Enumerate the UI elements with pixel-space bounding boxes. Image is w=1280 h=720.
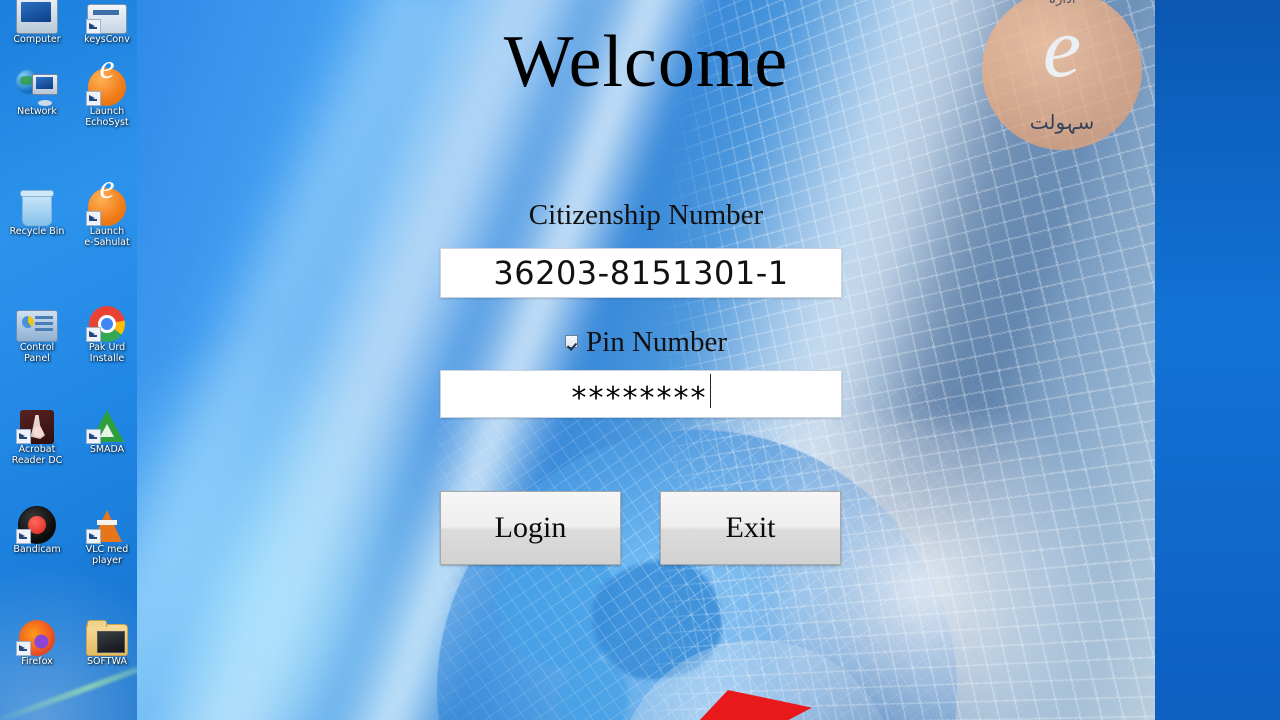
pin-number-label-row: Pin Number <box>137 322 1155 359</box>
desktop-icon-label: Recycle Bin <box>2 226 72 238</box>
citizenship-number-input[interactable]: 36203-8151301-1 <box>440 248 842 298</box>
shortcut-arrow-icon <box>16 529 31 544</box>
desktop-icon-label: Computer <box>2 34 72 46</box>
desktop-icon-acrobat[interactable]: Acrobat Reader DC <box>2 400 72 466</box>
desktop-icon-vlc-med[interactable]: VLC med player <box>72 500 140 566</box>
icon-glyph <box>72 612 140 656</box>
desktop-icon-label: Launch EchoSyst <box>72 106 140 128</box>
bg-light-streak <box>137 0 475 720</box>
citizenship-number-value: 36203-8151301-1 <box>493 254 788 292</box>
icon-glyph <box>72 298 140 342</box>
desktop-icon-network[interactable]: Network <box>2 62 72 118</box>
shortcut-arrow-icon <box>86 91 101 106</box>
desktop-icon-recycle-bin[interactable]: Recycle Bin <box>2 182 72 238</box>
icon-glyph <box>72 400 140 444</box>
icon-glyph <box>2 0 72 34</box>
page-title: Welcome <box>137 22 1155 102</box>
pin-number-value: ******** <box>572 381 708 416</box>
icon-glyph <box>72 62 140 106</box>
esahulat-login-window: ادارہ e سہولت Welcome Citizenship Number… <box>137 0 1155 720</box>
icon-glyph <box>2 500 72 544</box>
logo-urdu-bottom-text: سہولت <box>982 110 1142 134</box>
desktop-icon-launch[interactable]: LaunchEchoSyst <box>72 62 140 128</box>
folder-icon <box>86 624 128 656</box>
desktop-icon-launch[interactable]: Launche-Sahulat <box>72 182 140 248</box>
bin-icon <box>22 192 52 226</box>
icon-glyph <box>72 500 140 544</box>
network-base <box>38 100 52 106</box>
shortcut-arrow-icon <box>86 19 101 34</box>
desktop-icon-firefox[interactable]: Firefox <box>2 612 72 668</box>
pin-number-input[interactable]: ******** <box>440 370 842 418</box>
desktop-icon-keysconv[interactable]: keysConv <box>72 0 140 46</box>
desktop-icon-label: Control Panel <box>2 342 72 364</box>
desktop-icon-label: keysConv <box>72 34 140 46</box>
desktop-right-area[interactable] <box>1155 0 1280 720</box>
text-cursor <box>710 374 711 408</box>
desktop-icon-smada[interactable]: SMADA <box>72 400 140 456</box>
icon-glyph <box>2 400 72 444</box>
network-mon <box>32 74 58 95</box>
screen: ComputerkeysConv NetworkLaunchEchoSyst Rec… <box>0 0 1280 720</box>
computer-icon <box>16 0 58 34</box>
shortcut-arrow-icon <box>86 429 101 444</box>
desktop-icon-label: SMADA <box>72 444 140 456</box>
desktop-icon-label: Launch e-Sahulat <box>72 226 140 248</box>
shortcut-arrow-icon <box>86 211 101 226</box>
desktop-icon-label: Firefox <box>2 656 72 668</box>
desktop-icon-softwa[interactable]: SOFTWA <box>72 612 140 668</box>
desktop-icon-label: VLC med player <box>72 544 140 566</box>
cpanel-icon <box>16 310 58 342</box>
icon-glyph <box>2 612 72 656</box>
shortcut-arrow-icon <box>16 429 31 444</box>
shortcut-arrow-icon <box>86 529 101 544</box>
icon-glyph <box>72 0 140 34</box>
desktop-icon-label: Pak Urd Installe <box>72 342 140 364</box>
icon-glyph <box>72 182 140 226</box>
icon-glyph <box>2 182 72 226</box>
pin-number-checkbox[interactable] <box>565 335 578 348</box>
cpanel-bars <box>35 316 53 332</box>
shortcut-arrow-icon <box>86 327 101 342</box>
desktop-icon-computer[interactable]: Computer <box>2 0 72 46</box>
desktop-icon-control[interactable]: Control Panel <box>2 298 72 364</box>
network-icon <box>16 68 58 106</box>
desktop-icon-label: Network <box>2 106 72 118</box>
desktop-icon-label: Acrobat Reader DC <box>2 444 72 466</box>
exit-button[interactable]: Exit <box>660 491 841 565</box>
desktop-icon-pak-urd[interactable]: Pak Urd Installe <box>72 298 140 364</box>
icon-glyph <box>2 62 72 106</box>
pin-number-label: Pin Number <box>586 325 727 359</box>
desktop-icon-bandicam[interactable]: Bandicam <box>2 500 72 556</box>
citizenship-number-label: Citizenship Number <box>137 198 1155 232</box>
shortcut-arrow-icon <box>16 641 31 656</box>
login-button[interactable]: Login <box>440 491 621 565</box>
desktop-icon-label: Bandicam <box>2 544 72 556</box>
icon-glyph <box>2 298 72 342</box>
desktop-icon-label: SOFTWA <box>72 656 140 668</box>
desktop-icon-area[interactable]: ComputerkeysConv NetworkLaunchEchoSyst Rec… <box>0 0 140 720</box>
